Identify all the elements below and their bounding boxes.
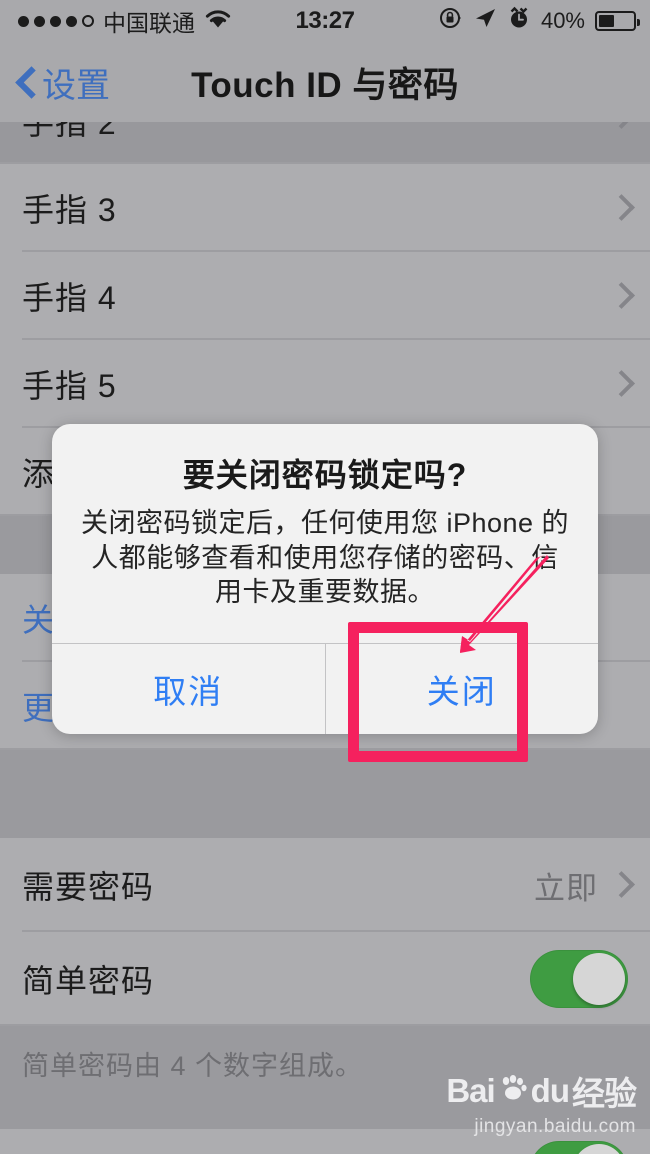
list-item-label: 手指 5	[22, 368, 117, 404]
list-item-finger-2[interactable]: 手指 2	[0, 122, 650, 164]
battery-icon	[595, 11, 640, 31]
next-toggle[interactable]	[530, 1141, 628, 1154]
chevron-right-icon	[612, 370, 628, 398]
dialog-body: 要关闭密码锁定吗? 关闭密码锁定后，任何使用您 iPhone 的人都能够查看和使…	[52, 424, 598, 643]
list-item-require-passcode[interactable]: 需要密码 立即	[0, 838, 650, 932]
dialog-message: 关闭密码锁定后，任何使用您 iPhone 的人都能够查看和使用您存储的密码、信用…	[80, 508, 570, 608]
list-item-label: 手指 2	[22, 122, 117, 141]
section-gap	[0, 750, 650, 838]
list-item-simple-passcode[interactable]: 简单密码	[0, 932, 650, 1026]
page-title: Touch ID 与密码	[191, 65, 459, 105]
battery-percent-label: 40%	[540, 8, 585, 33]
list-item-finger-4[interactable]: 手指 4	[0, 252, 650, 340]
navigation-bar: 设置 Touch ID 与密码	[0, 42, 650, 122]
simple-passcode-toggle[interactable]	[530, 950, 628, 1008]
list-item-label: 需要密码	[22, 869, 155, 905]
dialog-title: 要关闭密码锁定吗?	[182, 457, 468, 493]
annotation-highlight-box	[348, 622, 528, 762]
rotation-lock-icon	[439, 6, 463, 36]
list-item-finger-5[interactable]: 手指 5	[0, 340, 650, 428]
list-item-label: 手指 3	[22, 192, 117, 228]
chevron-right-icon	[612, 122, 628, 130]
cancel-button[interactable]: 取消	[52, 644, 325, 734]
section-gap	[0, 1083, 650, 1129]
list-item-next-partial[interactable]	[0, 1129, 650, 1154]
alarm-clock-icon	[507, 6, 531, 36]
status-bar: 中国联通 13:27 40%	[0, 0, 650, 42]
iphone-screen: 中国联通 13:27 40% 设置 Touch ID 与密码 手指 2 手指 3…	[0, 0, 650, 1154]
location-arrow-icon	[473, 6, 497, 36]
chevron-right-icon	[612, 871, 628, 899]
list-item-label: 手指 4	[22, 280, 117, 316]
list-item-value: 立即	[534, 870, 598, 906]
list-item-finger-3[interactable]: 手指 3	[0, 164, 650, 252]
chevron-right-icon	[612, 282, 628, 310]
status-bar-right: 40%	[439, 6, 640, 36]
chevron-right-icon	[612, 194, 628, 222]
list-footnote: 简单密码由 4 个数字组成。	[0, 1026, 650, 1083]
list-item-label: 简单密码	[22, 963, 155, 999]
